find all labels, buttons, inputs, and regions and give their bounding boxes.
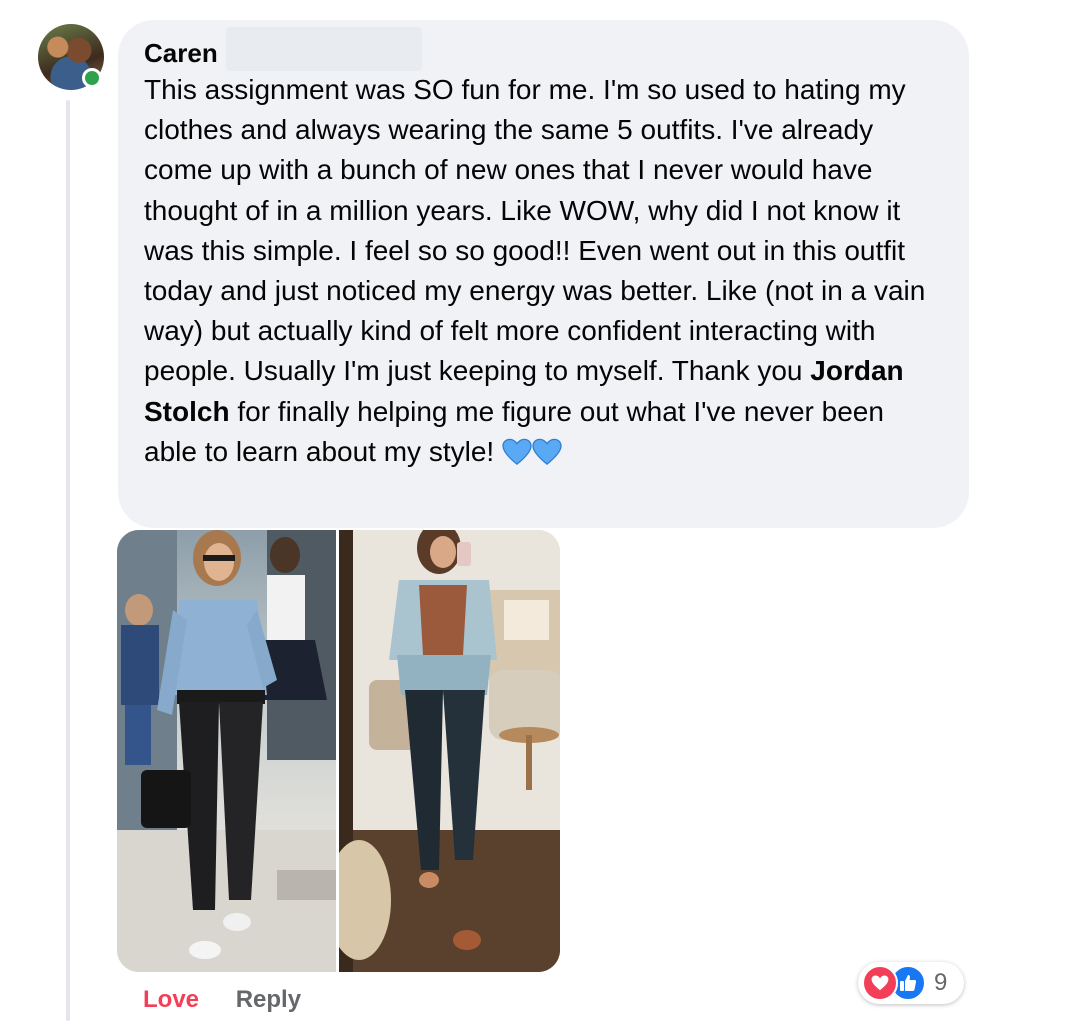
comment-text-part: This assignment was SO fun for me. I'm s…	[144, 74, 926, 387]
love-reaction-link[interactable]: Love	[143, 986, 199, 1013]
love-icon-glyph	[871, 975, 889, 991]
like-icon-glyph	[900, 975, 917, 991]
redacted-author-surname	[226, 27, 422, 71]
attached-photo-collage[interactable]	[117, 530, 560, 972]
reaction-summary[interactable]: 9	[858, 962, 964, 1004]
love-icon	[862, 965, 898, 1001]
comment-text: This assignment was SO fun for me. I'm s…	[144, 70, 943, 472]
comment-bubble: Caren This assignment was SO fun for me.…	[118, 20, 969, 528]
blue-heart-icon	[502, 438, 532, 465]
photo-street-outfit[interactable]	[117, 530, 336, 972]
reply-link[interactable]: Reply	[236, 986, 301, 1013]
photo-street-outfit-art	[117, 530, 336, 972]
photo-mirror-selfie-art	[338, 530, 560, 972]
thread-connector-line	[66, 100, 70, 1021]
reaction-count: 9	[934, 969, 948, 996]
comment-actions: Love Reply	[143, 986, 301, 1014]
photo-mirror-selfie[interactable]	[335, 530, 560, 972]
emoji-group	[502, 436, 562, 467]
online-status-indicator	[82, 68, 102, 88]
blue-heart-icon	[532, 438, 562, 465]
